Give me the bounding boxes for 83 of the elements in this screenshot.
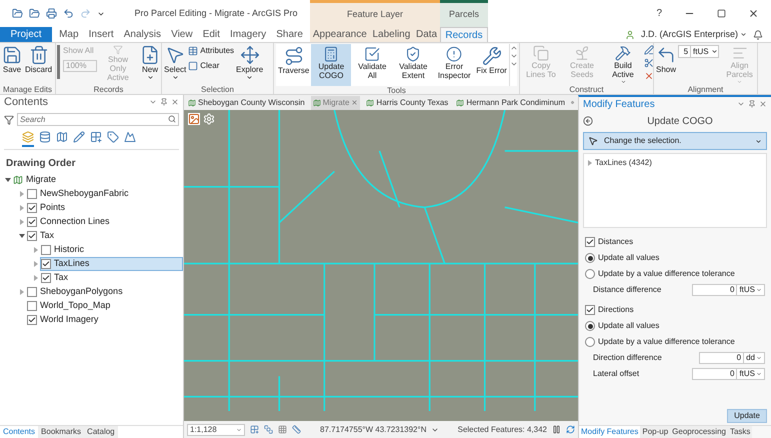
- drawing-order-heading: Drawing Order: [5, 157, 76, 171]
- ribbon-button[interactable]: Discard: [24, 43, 54, 85]
- document-tab[interactable]: Harris County Texas: [364, 96, 450, 110]
- value-field[interactable]: 0 dd: [699, 352, 765, 364]
- ribbon-tab[interactable]: Labeling: [372, 27, 410, 42]
- selected-features-count: Selected Features: 4,342: [458, 424, 547, 436]
- option-label: Update by a value difference tolerance: [598, 268, 735, 280]
- option-label: Update all values: [598, 320, 660, 332]
- ribbon-button[interactable]: Explore: [235, 43, 264, 85]
- ribbon-group-label: Selection: [200, 85, 235, 95]
- update-button[interactable]: Update: [727, 409, 767, 423]
- layer-item[interactable]: SheboyganPolygons: [26, 285, 130, 299]
- ribbon-button[interactable]: Build Active: [603, 43, 643, 85]
- section-label: Directions: [598, 304, 634, 316]
- ribbon-small-button[interactable]: Attributes: [188, 45, 234, 57]
- ribbon-button[interactable]: Fix Error: [475, 44, 508, 86]
- scale-field[interactable]: 1:1,128: [187, 424, 245, 436]
- layer-item[interactable]: World_Topo_Map: [26, 299, 118, 313]
- ribbon-group-label: Construct: [568, 85, 605, 95]
- ribbon-tab[interactable]: Project: [0, 27, 52, 42]
- pane-tab[interactable]: Modify Features: [579, 426, 640, 438]
- ribbon-tab[interactable]: Map: [56, 27, 82, 42]
- option-label: Update by a value difference tolerance: [598, 336, 735, 348]
- pane-title: Contents: [4, 94, 48, 110]
- field-label: Distance difference: [593, 284, 662, 296]
- option-label: Update all values: [598, 252, 660, 264]
- ribbon-tab[interactable]: Imagery: [227, 27, 270, 42]
- ribbon-tab[interactable]: Share: [273, 27, 306, 42]
- layer-item[interactable]: TaxLines: [40, 257, 183, 271]
- account-menu[interactable]: J.D. (ArcGIS Enterprise): [640, 28, 747, 42]
- section-label: Distances: [598, 236, 634, 248]
- pane-tab[interactable]: Pop-up: [640, 426, 670, 438]
- pane-tab[interactable]: Geoprocessing: [670, 426, 728, 438]
- ribbon-button[interactable]: Update COGO: [311, 44, 352, 86]
- search-field[interactable]: Search: [17, 113, 179, 126]
- ribbon-group-label: Alignment: [686, 85, 724, 95]
- layer-item[interactable]: World Imagery: [26, 313, 106, 327]
- window-title: Pro Parcel Editing - Migrate - ArcGIS Pro: [134, 6, 298, 20]
- contextual-tab-header: Feature Layer: [310, 0, 440, 27]
- layer-item[interactable]: Historic: [40, 243, 92, 257]
- ribbon-tab[interactable]: Records: [440, 27, 488, 42]
- offset-field[interactable]: 5 ftUS: [678, 45, 719, 58]
- ribbon-button[interactable]: Error Inspector: [434, 44, 474, 86]
- ribbon-group-label: Tools: [386, 86, 407, 96]
- contextual-tab-header: Parcels: [440, 0, 488, 27]
- layer-item[interactable]: Points: [26, 201, 72, 215]
- feature-list-item[interactable]: TaxLines (4342): [588, 157, 762, 169]
- layer-item[interactable]: NewSheboyganFabric: [26, 187, 136, 201]
- ribbon-group-label: Manage Edits: [2, 85, 53, 95]
- layer-item[interactable]: Migrate: [12, 173, 64, 187]
- ribbon-button[interactable]: Validate Extent: [393, 44, 434, 86]
- ribbon-tab[interactable]: Edit: [200, 27, 223, 42]
- ribbon-button[interactable]: Show: [655, 43, 678, 85]
- value-field[interactable]: 0 ftUS: [692, 368, 765, 380]
- tool-title: Update COGO: [646, 114, 714, 128]
- ribbon-tab[interactable]: View: [168, 27, 196, 42]
- ribbon-button[interactable]: Traverse: [277, 44, 310, 86]
- ribbon-group-label: Records: [92, 85, 124, 95]
- ribbon-tab[interactable]: Insert: [86, 27, 117, 42]
- pane-tab[interactable]: Bookmarks: [38, 426, 84, 438]
- field-label: Lateral offset: [593, 368, 640, 380]
- show-all-label: Show All: [63, 45, 95, 57]
- ribbon-button[interactable]: Select: [163, 43, 188, 85]
- coordinates-readout: 87.7174755°W 43.7231392°N: [320, 424, 426, 436]
- value-field[interactable]: 0 ftUS: [692, 284, 765, 296]
- document-tab[interactable]: Hermann Park Condiminum: [454, 96, 568, 110]
- pane-tab[interactable]: Tasks: [728, 426, 752, 438]
- ribbon-small-button[interactable]: Clear: [188, 60, 234, 72]
- help-button[interactable]: ?: [656, 6, 662, 21]
- document-tab[interactable]: Sheboygan County Wisconsin: [186, 96, 307, 110]
- ribbon-button[interactable]: Save: [1, 43, 23, 85]
- ribbon-tab[interactable]: Data: [416, 27, 438, 42]
- ribbon-tab[interactable]: Appearance: [312, 27, 367, 42]
- pane-tab[interactable]: Catalog: [84, 426, 118, 438]
- field-label: Direction difference: [593, 352, 662, 364]
- pane-title: Modify Features: [583, 98, 655, 112]
- ribbon-button[interactable]: New: [139, 43, 161, 85]
- ribbon-button[interactable]: Validate All: [352, 44, 392, 86]
- change-selection-dropdown[interactable]: Change the selection.: [583, 132, 767, 150]
- layer-item[interactable]: Connection Lines: [26, 215, 117, 229]
- layer-item[interactable]: Tax: [26, 229, 62, 243]
- ribbon-tab[interactable]: Analysis: [120, 27, 164, 42]
- layer-item[interactable]: Tax: [40, 271, 76, 285]
